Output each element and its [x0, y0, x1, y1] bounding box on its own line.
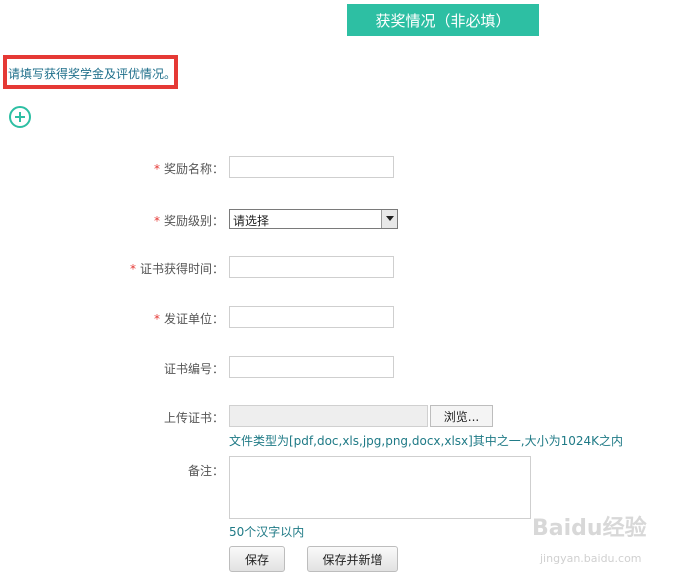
required-mark: * [129, 262, 136, 276]
form-row-award-level: * 奖励级别： 请选择 [0, 208, 696, 232]
save-button[interactable]: 保存 [229, 546, 285, 572]
issuer-input[interactable] [229, 306, 394, 328]
required-mark: * [153, 162, 160, 176]
cert-number-input[interactable] [229, 356, 394, 378]
remark-textarea[interactable] [229, 456, 531, 519]
browse-button[interactable]: 浏览... [430, 405, 493, 427]
cert-number-label: 证书编号： [163, 362, 224, 376]
form-row-cert-date: * 证书获得时间： [0, 256, 696, 280]
file-path-field[interactable] [229, 405, 428, 427]
issuer-label: * 发证单位： [153, 312, 224, 326]
form-row-issuer: * 发证单位： [0, 306, 696, 330]
award-level-label: * 奖励级别： [153, 214, 224, 228]
baidu-watermark-logo: Baidu经验 jingyan.baidu.com [532, 510, 682, 570]
watermark-url: jingyan.baidu.com [540, 552, 642, 565]
watermark-brand: Baidu经验 [532, 516, 647, 541]
form-row-upload: 上传证书： 浏览... [0, 405, 696, 429]
cert-date-label: * 证书获得时间： [129, 262, 224, 276]
add-circle-icon[interactable] [9, 106, 31, 128]
award-level-select[interactable]: 请选择 [229, 209, 398, 229]
form-row-cert-number: 证书编号： [0, 356, 696, 380]
required-mark: * [153, 214, 160, 228]
upload-label: 上传证书： [163, 411, 224, 425]
dropdown-arrow-icon[interactable] [381, 210, 397, 228]
form-row-award-name: * 奖励名称： [0, 156, 696, 180]
award-name-input[interactable] [229, 156, 394, 178]
file-type-note: 文件类型为[pdf,doc,xls,jpg,png,docx,xlsx]其中之一… [229, 434, 624, 448]
required-mark: * [153, 312, 160, 326]
hint-text: 请填写获得奖学金及评优情况。 [8, 67, 177, 81]
section-title-tab: 获奖情况（非必填） [347, 4, 539, 36]
remark-limit-note: 50个汉字以内 [229, 525, 305, 539]
award-name-label: * 奖励名称： [153, 162, 224, 176]
award-level-selected: 请选择 [233, 214, 270, 228]
remark-label: 备注： [187, 464, 224, 478]
save-and-add-button[interactable]: 保存并新增 [307, 546, 398, 572]
cert-date-input[interactable] [229, 256, 394, 278]
